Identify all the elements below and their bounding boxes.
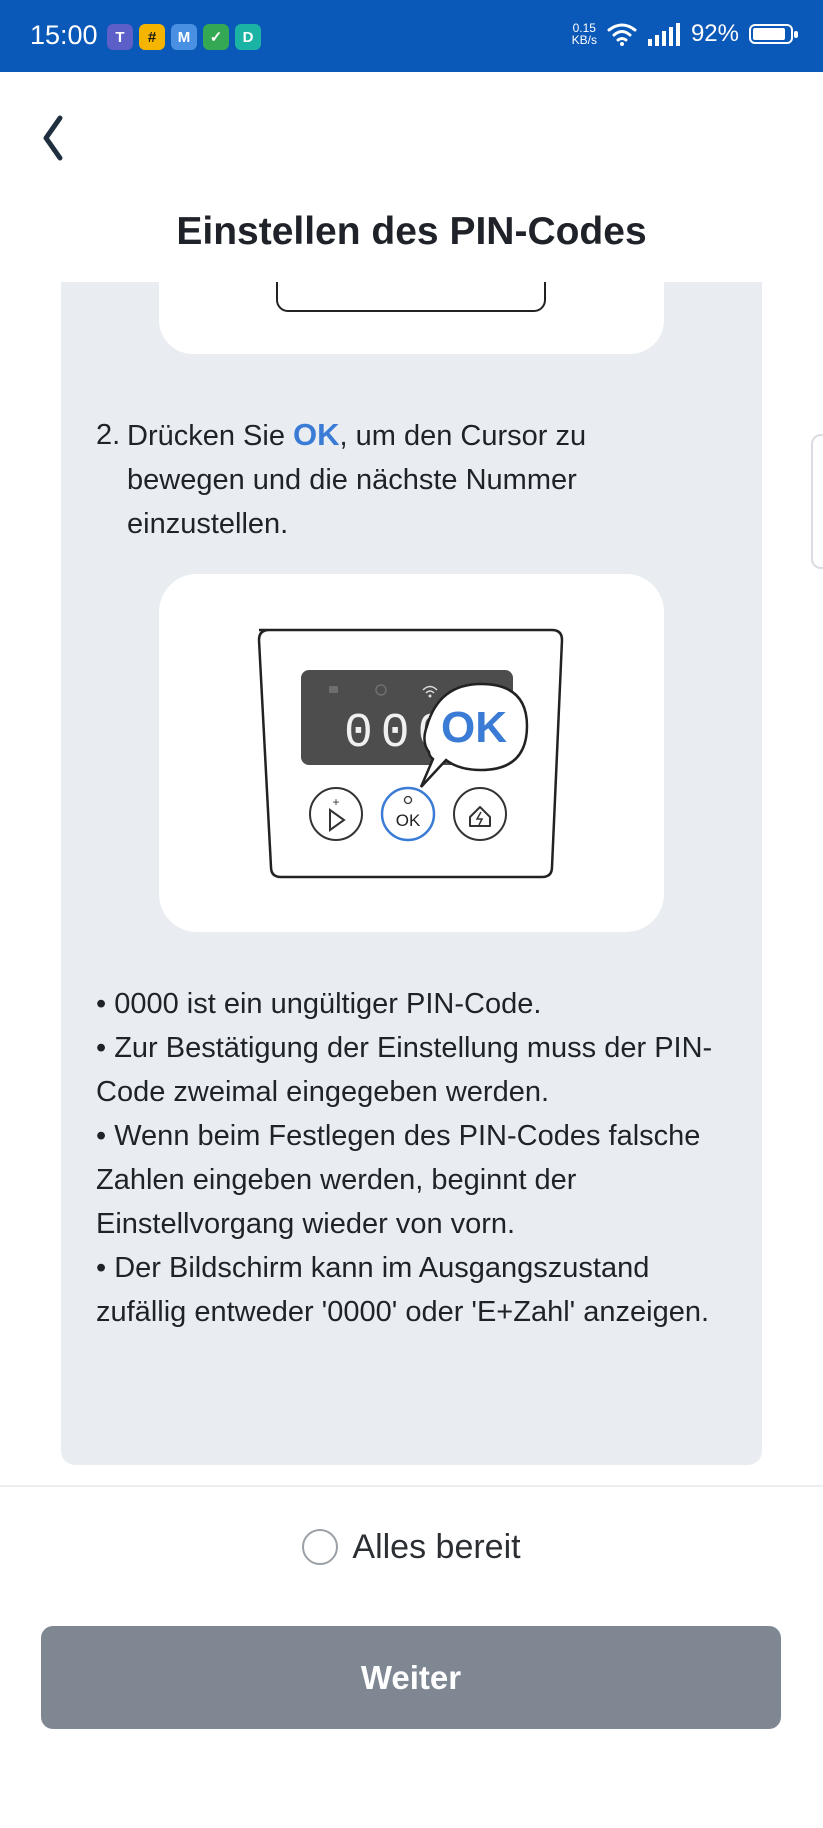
signal-icon — [647, 23, 680, 46]
ready-label[interactable]: Alles bereit — [352, 1528, 520, 1567]
footer-divider — [0, 1485, 823, 1487]
browser-icon: # — [139, 24, 165, 50]
ready-checkbox-row[interactable]: Alles bereit — [0, 1522, 823, 1572]
page-title: Einstellen des PIN-Codes — [176, 210, 647, 253]
battery-level — [753, 28, 785, 40]
device-ok-button-label: OK — [396, 811, 421, 830]
side-drawer-handle[interactable] — [811, 434, 823, 569]
device-outline — [276, 282, 546, 312]
notes-list: • 0000 ist ein ungültiger PIN-Code. • Zu… — [96, 982, 736, 1334]
step-text: Drücken Sie OK, um den Cursor zu bewegen… — [127, 417, 587, 540]
status-bar: 15:00 T # M ✓ D 0.15 KB/s 92% — [0, 0, 823, 72]
note-item: • 0000 ist ein ungültiger PIN-Code. — [96, 988, 542, 1020]
callout-ok-label: OK — [441, 703, 507, 752]
security-icon: ✓ — [203, 24, 229, 50]
ready-radio[interactable] — [302, 1529, 339, 1565]
teams-icon: T — [107, 24, 133, 50]
note-item: • Der Bildschirm kann im Ausgangszustand… — [96, 1252, 710, 1328]
next-button[interactable]: Weiter — [41, 1626, 781, 1729]
ok-inline-label: OK — [293, 417, 340, 452]
device-illustration: 000 OK + OK — [257, 628, 564, 879]
status-right: 0.15 KB/s 92% — [571, 20, 798, 48]
note-item: • Wenn beim Festlegen des PIN-Codes fals… — [96, 1120, 701, 1240]
chat-icon: D — [235, 24, 261, 50]
illustration-card: 000 OK + OK — [159, 574, 664, 932]
battery-percent: 92% — [690, 20, 739, 47]
chevron-left-icon — [43, 115, 63, 161]
illustration-card-previous — [159, 282, 664, 354]
back-button[interactable] — [40, 108, 90, 168]
wifi-icon — [607, 23, 637, 46]
status-time: 15:00 — [30, 20, 98, 50]
network-speed: 0.15 KB/s — [571, 21, 597, 47]
calendar-icon: M — [171, 24, 197, 50]
svg-text:+: + — [332, 795, 339, 809]
notification-icons: T # M ✓ D — [107, 24, 261, 50]
note-item: • Zur Bestätigung der Einstellung muss d… — [96, 1032, 713, 1108]
step-number: 2. — [96, 419, 121, 451]
instruction-panel[interactable]: 2. Drücken Sie OK, um den Cursor zu bewe… — [61, 282, 762, 1465]
battery-icon — [749, 24, 798, 44]
